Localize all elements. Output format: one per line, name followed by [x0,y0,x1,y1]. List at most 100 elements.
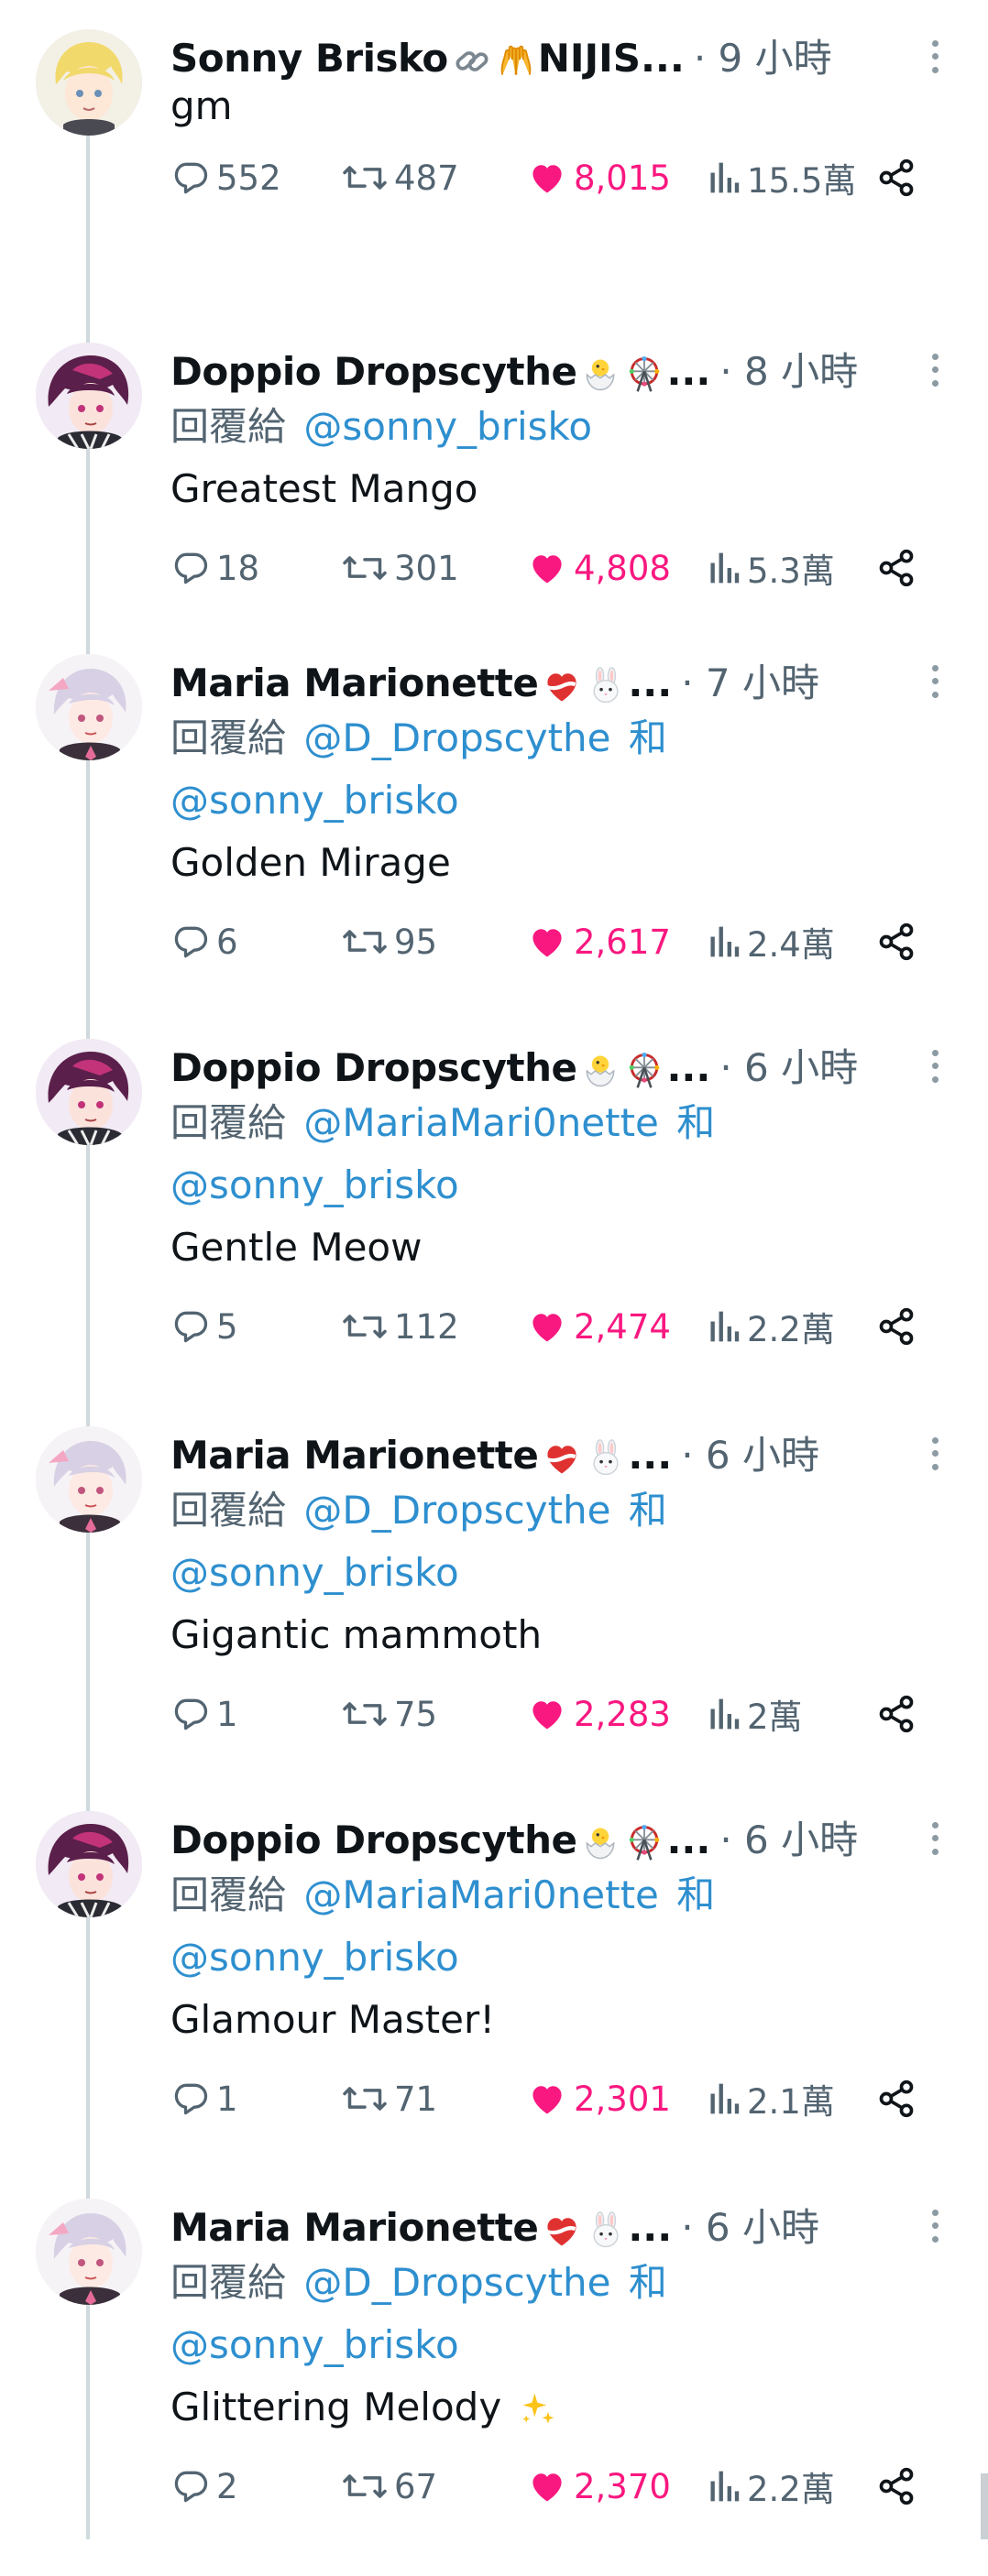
views-button[interactable]: 2.1萬 [707,2071,835,2126]
timestamp[interactable]: · 6 小時 [719,1045,858,1090]
retweet-icon [343,2474,387,2498]
reply-to-line-2: @sonny_brisko [170,1545,459,1600]
like-button[interactable]: 4,808 [526,540,671,595]
retweet-button[interactable]: 75 [341,1686,437,1741]
like-button[interactable]: 2,474 [526,1299,671,1354]
retweet-button[interactable]: 71 [341,2071,437,2126]
tweet-actions: 5 112 2,474 2.2萬 [170,1299,931,1354]
share-button[interactable] [876,2071,917,2126]
retweet-button[interactable]: 67 [341,2459,437,2514]
avatar[interactable] [36,1811,142,1917]
timestamp[interactable]: · 9 小時 [694,36,832,81]
mention-link[interactable]: @sonny_brisko [170,1162,459,1207]
display-name[interactable]: Doppio Dropscythe [170,1045,577,1090]
sparkles-icon [518,2390,558,2430]
views-button[interactable]: 2.4萬 [707,914,835,969]
more-options-icon[interactable] [917,350,953,390]
reply-button[interactable]: 552 [170,150,281,205]
tweet-header: Doppio Dropscythe... · 6 小時 [170,1813,922,1868]
views-button[interactable]: 2.2萬 [707,1299,835,1354]
tweet[interactable]: Doppio Dropscythe... · 6 小時 回覆給 @MariaMari… [0,1800,988,2189]
reply-icon [174,926,208,958]
like-button[interactable]: 8,015 [526,150,671,205]
retweet-icon [343,1315,387,1338]
mention-link[interactable]: @D_Dropscythe [303,1488,610,1533]
tweet-actions: 2 67 2,370 2.2萬 [170,2459,931,2514]
view-count: 2.2萬 [747,2470,835,2509]
tweet-actions: 1 71 2,301 2.1萬 [170,2071,931,2126]
mention-link[interactable]: @sonny_brisko [170,1550,459,1595]
timestamp-text: 6 小時 [705,1433,819,1478]
tweet[interactable]: Maria Marionette... · 6 小時 回覆給 @D_Dropscyt… [0,2188,988,2576]
share-button[interactable] [876,540,917,595]
more-options-icon[interactable] [917,1434,953,1474]
reply-button[interactable]: 18 [170,540,259,595]
timestamp[interactable]: · 6 小時 [681,1433,819,1478]
views-button[interactable]: 2.2萬 [707,2459,835,2514]
avatar[interactable] [36,2199,142,2305]
tweet[interactable]: Maria Marionette... · 6 小時 回覆給 @D_Dropscyt… [0,1415,988,1804]
avatar[interactable] [36,29,142,136]
like-button[interactable]: 2,301 [526,2071,671,2126]
like-button[interactable]: 2,283 [526,1686,671,1741]
share-icon [879,2467,914,2505]
retweet-button[interactable]: 301 [341,540,459,595]
timestamp[interactable]: · 8 小時 [719,349,858,394]
tweet-text: Gentle Meow [170,1225,423,1270]
timestamp[interactable]: · 6 小時 [719,1817,858,1862]
more-options-icon[interactable] [917,2206,953,2246]
share-button[interactable] [876,2459,917,2514]
mention-link[interactable]: @MariaMari0nette [303,1872,659,1917]
retweet-button[interactable]: 95 [341,914,437,969]
like-count: 2,283 [574,1694,671,1734]
reply-button[interactable]: 6 [170,914,238,969]
reply-to-label: 回覆給 [170,1100,287,1145]
mention-link[interactable]: @sonny_brisko [170,2322,459,2367]
like-button[interactable]: 2,617 [526,914,671,969]
reply-button[interactable]: 2 [170,2459,238,2514]
share-button[interactable] [876,1686,917,1741]
mention-link[interactable]: @sonny_brisko [170,778,459,823]
mention-link[interactable]: @sonny_brisko [303,404,592,449]
more-options-icon[interactable] [917,37,953,77]
reply-button[interactable]: 5 [170,1299,238,1354]
display-name[interactable]: Doppio Dropscythe [170,349,577,394]
share-button[interactable] [876,914,917,969]
views-button[interactable]: 15.5萬 [707,150,856,205]
retweet-button[interactable]: 112 [341,1299,459,1354]
display-name[interactable]: Maria Marionette [170,2205,539,2250]
retweet-button[interactable]: 487 [341,150,459,205]
avatar[interactable] [36,654,142,760]
more-options-icon[interactable] [917,1818,953,1859]
share-button[interactable] [876,1299,917,1354]
like-count: 2,474 [574,1306,671,1347]
timestamp[interactable]: · 6 小時 [681,2205,819,2250]
timestamp-text: 6 小時 [744,1817,859,1862]
retweet-icon [343,2087,387,2111]
mention-link[interactable]: @D_Dropscythe [303,715,610,760]
more-options-icon[interactable] [917,661,953,702]
tweet-actions: 6 95 2,617 2.4萬 [170,914,931,969]
timestamp[interactable]: · 7 小時 [681,660,819,705]
share-button[interactable] [876,150,917,205]
tweet[interactable]: Maria Marionette... · 7 小時 回覆給 @D_Dropscyt… [0,643,988,1031]
mention-link[interactable]: @sonny_brisko [170,1935,459,1980]
display-name[interactable]: Maria Marionette [170,660,539,705]
scrollbar-thumb[interactable] [981,2473,988,2539]
tweet[interactable]: Doppio Dropscythe... · 6 小時 回覆給 @MariaMari… [0,1028,988,1416]
mention-link[interactable]: @MariaMari0nette [303,1100,659,1145]
avatar[interactable] [36,343,142,449]
reply-to-line: 回覆給 @MariaMari0nette 和 [170,1868,715,1923]
more-options-icon[interactable] [917,1046,953,1086]
display-name[interactable]: Sonny Brisko [170,36,448,81]
avatar[interactable] [36,1426,142,1533]
display-name[interactable]: Doppio Dropscythe [170,1817,577,1862]
views-button[interactable]: 2萬 [707,1686,803,1741]
reply-button[interactable]: 1 [170,2071,238,2126]
views-button[interactable]: 5.3萬 [707,540,835,595]
avatar[interactable] [36,1039,142,1145]
like-button[interactable]: 2,370 [526,2459,671,2514]
display-name[interactable]: Maria Marionette [170,1433,539,1478]
reply-button[interactable]: 1 [170,1686,238,1741]
mention-link[interactable]: @D_Dropscythe [303,2260,610,2305]
